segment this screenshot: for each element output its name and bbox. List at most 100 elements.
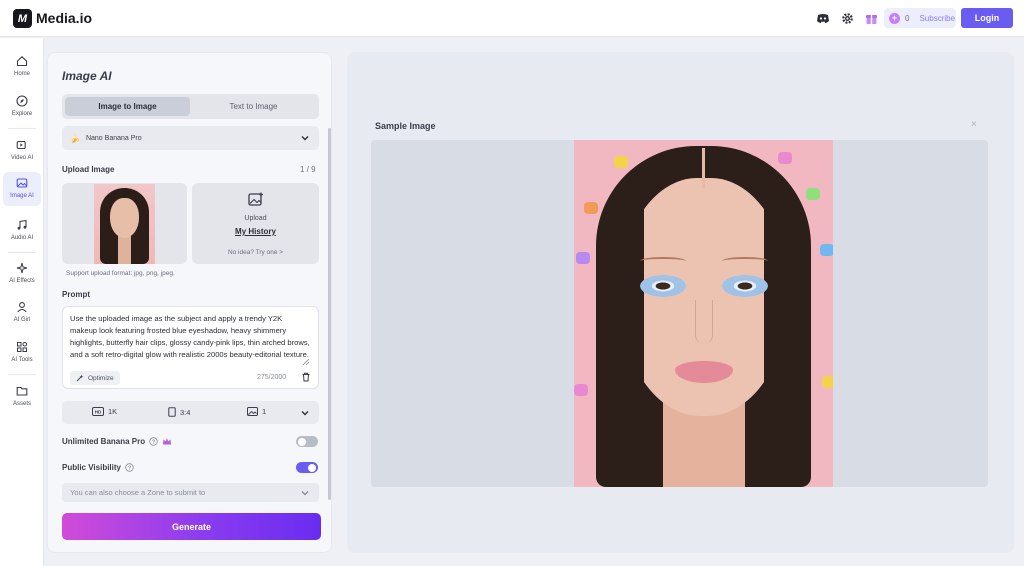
butterfly-clip xyxy=(822,376,833,388)
support-format-text: Support upload format: jpg, png, jpeg. xyxy=(66,270,175,277)
optimize-button[interactable]: Optimize xyxy=(70,371,120,385)
panel-scrollbar[interactable] xyxy=(328,128,331,500)
left-rail: Home Explore Video AI Image AI Audio AI … xyxy=(0,38,44,566)
image-icon xyxy=(15,176,29,190)
plus-coin-icon: + xyxy=(889,12,900,24)
zone-select[interactable]: You can also choose a Zone to submit to xyxy=(62,483,319,502)
prompt-input[interactable]: Use the uploaded image as the subject an… xyxy=(62,306,319,389)
image-count-setting[interactable]: 1 xyxy=(247,407,266,416)
tab-text-to-image[interactable]: Text to Image xyxy=(191,97,316,116)
sidebar-item-audio-ai[interactable]: Audio AI xyxy=(3,214,41,248)
aspect-ratio-value: 3:4 xyxy=(180,407,191,417)
subscribe-link[interactable]: Subscribe xyxy=(919,14,955,23)
sidebar-item-ai-tools[interactable]: AI Tools xyxy=(3,336,41,370)
sidebar-label: Home xyxy=(13,71,30,77)
top-bar: M Media.io + 0 Subscribe Login xyxy=(0,0,1024,37)
upload-image-label: Upload Image xyxy=(62,165,115,174)
sidebar-label: Video AI xyxy=(10,155,34,161)
sparkle-icon xyxy=(15,261,29,275)
tab-image-to-image[interactable]: Image to Image xyxy=(65,97,190,116)
trash-icon[interactable] xyxy=(301,372,311,382)
gift-icon[interactable] xyxy=(863,10,879,26)
grid-icon xyxy=(15,340,29,354)
image-ai-panel: Image AI Image to Image Text to Image 🍌 … xyxy=(47,52,332,553)
add-image-icon xyxy=(248,192,263,206)
sidebar-item-ai-effects[interactable]: AI Effects xyxy=(3,257,41,291)
mode-tabs: Image to Image Text to Image xyxy=(62,94,319,119)
chevron-down-icon xyxy=(301,491,309,496)
prompt-label: Prompt xyxy=(62,290,90,299)
crown-icon xyxy=(163,438,172,445)
person-icon xyxy=(15,300,29,314)
chevron-down-icon xyxy=(301,136,309,141)
char-count: 275/2000 xyxy=(257,374,287,381)
brand-name[interactable]: Media.io xyxy=(36,10,92,26)
help-icon[interactable]: ? xyxy=(125,463,134,472)
sidebar-label: Assets xyxy=(12,401,31,407)
butterfly-clip xyxy=(820,244,833,256)
butterfly-clip xyxy=(806,188,820,200)
divider xyxy=(8,252,36,253)
sidebar-item-explore[interactable]: Explore xyxy=(3,90,41,124)
unlimited-label: Unlimited Banana Pro xyxy=(62,437,146,446)
butterfly-clip xyxy=(584,202,598,214)
sidebar-label: AI Girl xyxy=(13,317,31,323)
aspect-ratio-icon xyxy=(168,407,176,417)
try-one-link[interactable]: No idea? Try one > xyxy=(192,249,319,256)
help-icon[interactable]: ? xyxy=(149,437,158,446)
butterfly-clip xyxy=(614,156,628,168)
compass-icon xyxy=(15,94,29,108)
banana-icon: 🍌 xyxy=(70,133,80,143)
model-name: Nano Banana Pro xyxy=(85,134,142,142)
sidebar-item-video-ai[interactable]: Video AI xyxy=(3,134,41,168)
sidebar-label: AI Effects xyxy=(9,278,35,284)
home-icon xyxy=(15,54,29,68)
butterfly-clip xyxy=(576,252,590,264)
credits-subscribe[interactable]: + 0 Subscribe xyxy=(884,8,956,28)
sample-image-title: Sample Image xyxy=(375,121,436,131)
sample-image-stage xyxy=(371,140,988,487)
sidebar-item-image-ai[interactable]: Image AI xyxy=(3,172,41,206)
close-icon[interactable]: × xyxy=(971,119,977,130)
magic-wand-icon xyxy=(76,374,84,382)
video-icon xyxy=(15,138,29,152)
resize-handle-icon[interactable] xyxy=(303,359,309,365)
music-icon xyxy=(15,218,29,232)
sidebar-label: Image AI xyxy=(10,193,34,199)
sidebar-label: Explore xyxy=(11,111,33,117)
gear-icon[interactable] xyxy=(839,10,855,26)
sidebar-item-home[interactable]: Home xyxy=(3,50,41,84)
model-select[interactable]: 🍌 Nano Banana Pro xyxy=(62,126,319,150)
sidebar-label: Audio AI xyxy=(10,235,34,241)
upload-dropzone[interactable]: Upload My History No idea? Try one > xyxy=(192,183,319,264)
uploaded-image-thumbnail xyxy=(94,183,155,264)
image-count-value: 1 xyxy=(262,407,267,416)
unlimited-toggle[interactable] xyxy=(296,436,318,447)
my-history-link[interactable]: My History xyxy=(192,227,319,236)
resolution-value: 1K xyxy=(108,407,118,416)
aspect-ratio-setting[interactable]: 3:4 xyxy=(168,407,190,417)
butterfly-clip xyxy=(574,384,588,396)
zone-placeholder: You can also choose a Zone to submit to xyxy=(70,488,206,497)
resolution-setting[interactable]: HD 1K xyxy=(92,407,117,416)
svg-text:HD: HD xyxy=(95,409,102,414)
public-visibility-label: Public Visibility xyxy=(62,463,121,472)
discord-icon[interactable] xyxy=(815,10,831,26)
sidebar-item-ai-girl[interactable]: AI Girl xyxy=(3,296,41,330)
generation-settings[interactable]: HD 1K 3:4 1 xyxy=(62,401,319,424)
chevron-down-icon[interactable] xyxy=(300,408,310,418)
logo-icon[interactable]: M xyxy=(13,9,32,28)
image-count-icon xyxy=(247,407,258,416)
generate-button[interactable]: Generate xyxy=(62,513,321,540)
preview-area: Sample Image × xyxy=(347,52,1014,553)
uploaded-image-slot[interactable] xyxy=(62,183,187,264)
login-button[interactable]: Login xyxy=(961,8,1013,28)
credits-count: 0 xyxy=(905,13,910,23)
prompt-text[interactable]: Use the uploaded image as the subject an… xyxy=(70,313,310,365)
upload-count: 1 / 9 xyxy=(300,165,316,174)
sidebar-item-assets[interactable]: Assets xyxy=(3,380,41,414)
upload-button[interactable]: Upload xyxy=(192,215,319,222)
sample-image[interactable] xyxy=(574,140,833,487)
optimize-label: Optimize xyxy=(88,374,114,382)
public-visibility-toggle[interactable] xyxy=(296,462,318,473)
